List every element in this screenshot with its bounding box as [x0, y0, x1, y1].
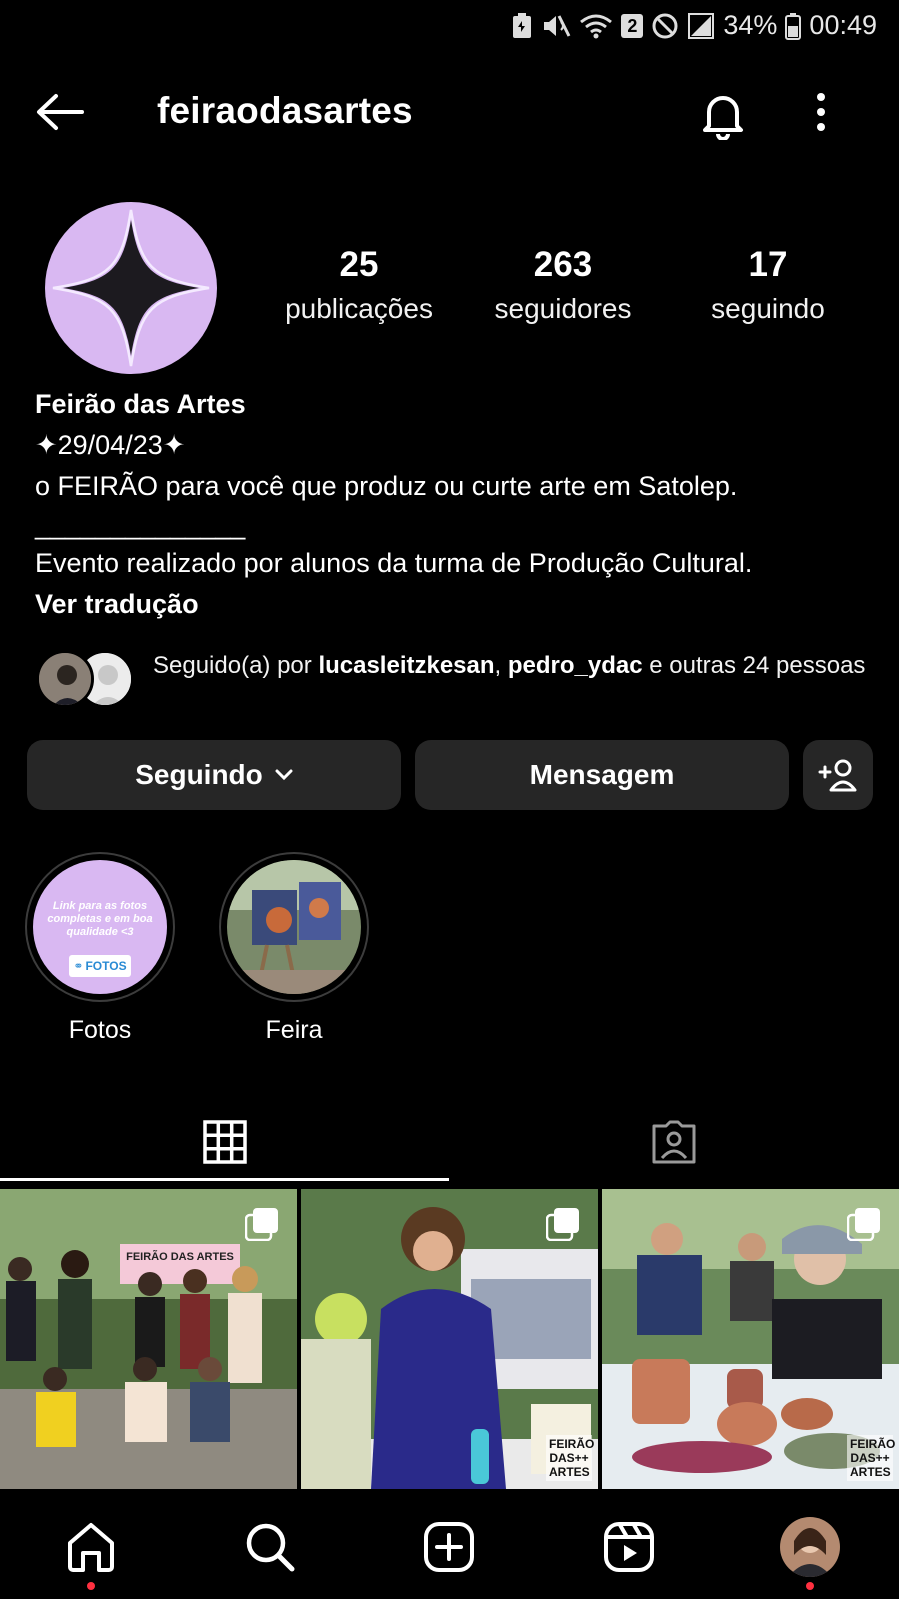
multiple-images-icon — [846, 1207, 881, 1246]
highlight-cover-feira — [227, 860, 361, 994]
highlight-fotos[interactable]: Link para as fotos completas e em boa qu… — [25, 852, 175, 1045]
add-person-icon — [818, 758, 858, 792]
status-icons: 2 34% 00:49 — [511, 10, 877, 41]
nav-profile[interactable] — [775, 1512, 845, 1582]
status-bar: 2 34% 00:49 — [0, 0, 899, 56]
multiple-images-icon — [244, 1207, 279, 1246]
post-thumbnail[interactable]: FEIRÃO DAS++ ARTES — [602, 1189, 899, 1489]
followed-by-text: Seguido(a) por lucasleitzkesan, pedro_yd… — [153, 650, 873, 682]
highlight-cover-fotos: Link para as fotos completas e em boa qu… — [33, 860, 167, 994]
nav-create[interactable] — [414, 1512, 484, 1582]
do-not-disturb-icon — [651, 12, 679, 40]
home-notification-dot — [87, 1582, 95, 1590]
see-translation-link[interactable]: Ver tradução — [35, 584, 875, 625]
highlight-label: Feira — [265, 1016, 323, 1044]
profile-header: feiraodasartes — [0, 80, 899, 150]
follower-avatar-1 — [36, 650, 94, 708]
stat-following[interactable]: 17 seguindo — [668, 245, 868, 325]
profile-display-name: Feirão das Artes — [35, 389, 246, 419]
signal-icon — [687, 12, 715, 40]
sparkle-logo-icon — [52, 209, 210, 367]
grid-icon — [202, 1120, 247, 1164]
highlight-feira[interactable]: Feira — [219, 852, 369, 1045]
post-thumbnail[interactable]: FEIRÃO DAS++ ARTES — [301, 1189, 598, 1489]
tab-posts-grid[interactable] — [0, 1100, 449, 1184]
stat-posts-label: publicações — [285, 293, 433, 324]
active-tab-indicator — [0, 1178, 449, 1181]
highlight-cover-badge: ⚭ FOTOS — [69, 955, 131, 977]
suggest-people-button[interactable] — [803, 740, 873, 810]
stat-posts-value: 25 — [339, 245, 379, 284]
search-icon — [244, 1521, 296, 1573]
battery-percent: 34% — [723, 10, 778, 40]
post-brand-text: FEIRÃO DAS++ ARTES — [847, 1435, 895, 1481]
followed-by[interactable]: Seguido(a) por lucasleitzkesan, pedro_yd… — [36, 650, 876, 718]
posts-grid: FEIRÃO DAS ARTES FEIRÃO DAS++ ARTES FEIR… — [0, 1189, 899, 1489]
stat-posts[interactable]: 25 publicações — [259, 245, 459, 325]
nav-home[interactable] — [56, 1512, 126, 1582]
highlight-badge-text: FOTOS — [85, 959, 127, 973]
following-button[interactable]: Seguindo — [27, 740, 401, 810]
battery-saver-icon — [511, 12, 533, 40]
bio-date: ✦29/04/23✦ — [35, 430, 186, 460]
followed-by-prefix: Seguido(a) por — [153, 652, 319, 679]
battery-icon — [785, 12, 802, 40]
bio-divider: ______________ — [35, 510, 246, 540]
more-options-icon[interactable] — [815, 92, 827, 137]
message-button-label: Mensagem — [529, 759, 675, 790]
highlight-label: Fotos — [68, 1016, 132, 1044]
post-thumbnail[interactable]: FEIRÃO DAS ARTES — [0, 1189, 297, 1489]
link-icon: ⚭ — [73, 959, 84, 973]
bio-description: o FEIRÃO para você que produz ou curte a… — [35, 471, 738, 501]
stat-followers[interactable]: 263 seguidores — [463, 245, 663, 325]
nav-search[interactable] — [235, 1512, 305, 1582]
back-arrow-icon[interactable] — [34, 92, 86, 137]
home-icon — [65, 1521, 117, 1573]
clock: 00:49 — [809, 10, 877, 40]
nav-reels[interactable] — [594, 1512, 664, 1582]
plus-square-icon — [423, 1521, 475, 1573]
followed-by-suffix: e outras 24 pessoas — [642, 652, 866, 679]
wifi-icon — [579, 12, 613, 40]
followed-by-user2[interactable]: pedro_ydac — [508, 652, 643, 679]
highlight-ring: Link para as fotos completas e em boa qu… — [25, 852, 175, 1002]
post-brand-text: FEIRÃO DAS++ ARTES — [546, 1435, 594, 1481]
profile-notification-dot — [806, 1582, 814, 1590]
stat-followers-label: seguidores — [494, 293, 632, 324]
tab-tagged[interactable] — [449, 1100, 898, 1184]
profile-avatar-small — [780, 1517, 840, 1577]
multiple-images-icon — [545, 1207, 580, 1246]
following-button-label: Seguindo — [135, 759, 263, 790]
highlight-ring — [219, 852, 369, 1002]
tagged-person-icon — [650, 1120, 698, 1164]
mute-icon — [541, 12, 571, 40]
highlight-cover-text: Link para as fotos completas e em boa qu… — [47, 900, 153, 938]
profile-tabs — [0, 1100, 899, 1184]
bio-event-info: Evento realizado por alunos da turma de … — [35, 548, 753, 578]
chevron-down-icon — [275, 769, 293, 781]
followed-by-user1[interactable]: lucasleitzkesan — [318, 652, 494, 679]
profile-username: feiraodasartes — [157, 90, 413, 131]
stat-followers-value: 263 — [533, 245, 593, 284]
followed-by-separator: , — [494, 652, 508, 679]
bottom-navigation — [0, 1492, 899, 1599]
message-button[interactable]: Mensagem — [415, 740, 789, 810]
sim-badge: 2 — [621, 13, 644, 38]
stat-following-value: 17 — [748, 245, 788, 284]
reels-icon — [603, 1521, 655, 1573]
bell-icon[interactable] — [700, 90, 746, 145]
stat-following-label: seguindo — [711, 293, 825, 324]
post-banner-text: FEIRÃO DAS ARTES — [126, 1251, 234, 1263]
profile-avatar[interactable] — [45, 202, 217, 374]
profile-bio: Feirão das Artes ✦29/04/23✦ o FEIRÃO par… — [35, 384, 875, 625]
